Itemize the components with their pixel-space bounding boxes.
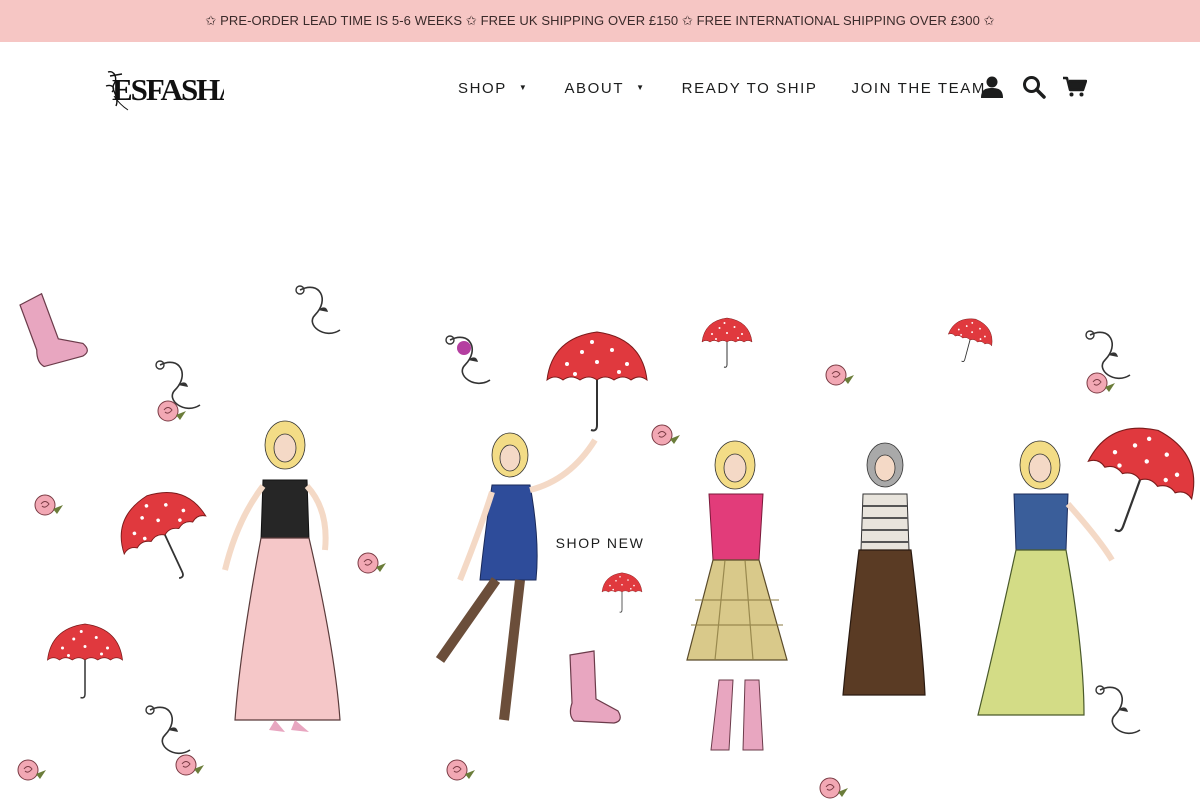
nav-ready-to-ship[interactable]: READY TO SHIP: [682, 80, 818, 97]
nav-ready-to-ship-label: READY TO SHIP: [681, 80, 818, 97]
search-button[interactable]: [1019, 72, 1049, 102]
nav-join-the-team[interactable]: JOIN THE TEAM: [852, 80, 986, 97]
nav-about[interactable]: ABOUT ▼: [564, 80, 645, 97]
account-icon: [981, 76, 1003, 98]
account-button[interactable]: [977, 72, 1007, 102]
brand-logo[interactable]: ESFASHA: [104, 66, 224, 114]
main-nav: SHOP ▼ ABOUT ▼ READY TO SHIP JOIN THE TE…: [458, 80, 986, 97]
hero-banner[interactable]: SHOP NEW: [0, 270, 1200, 800]
caret-down-icon: ▼: [518, 83, 529, 92]
shop-new-cta[interactable]: SHOP NEW: [0, 533, 1200, 553]
shop-new-label: SHOP NEW: [551, 533, 649, 553]
nav-about-label: ABOUT: [564, 80, 625, 97]
nav-join-the-team-label: JOIN THE TEAM: [851, 80, 986, 97]
site-header: ESFASHA SHOP ▼ ABOUT ▼ READY TO SHIP JOI…: [0, 42, 1200, 138]
cart-icon: [1063, 76, 1087, 97]
search-icon: [1023, 76, 1046, 99]
announcement-bar: ✩ PRE-ORDER LEAD TIME IS 5-6 WEEKS ✩ FRE…: [0, 0, 1200, 42]
nav-shop[interactable]: SHOP ▼: [458, 80, 528, 97]
svg-text:ESFASHA: ESFASHA: [112, 72, 224, 107]
nav-shop-label: SHOP: [458, 80, 507, 97]
caret-down-icon: ▼: [636, 83, 646, 92]
cart-button[interactable]: [1060, 72, 1090, 102]
announcement-text: ✩ PRE-ORDER LEAD TIME IS 5-6 WEEKS ✩ FRE…: [205, 13, 995, 28]
